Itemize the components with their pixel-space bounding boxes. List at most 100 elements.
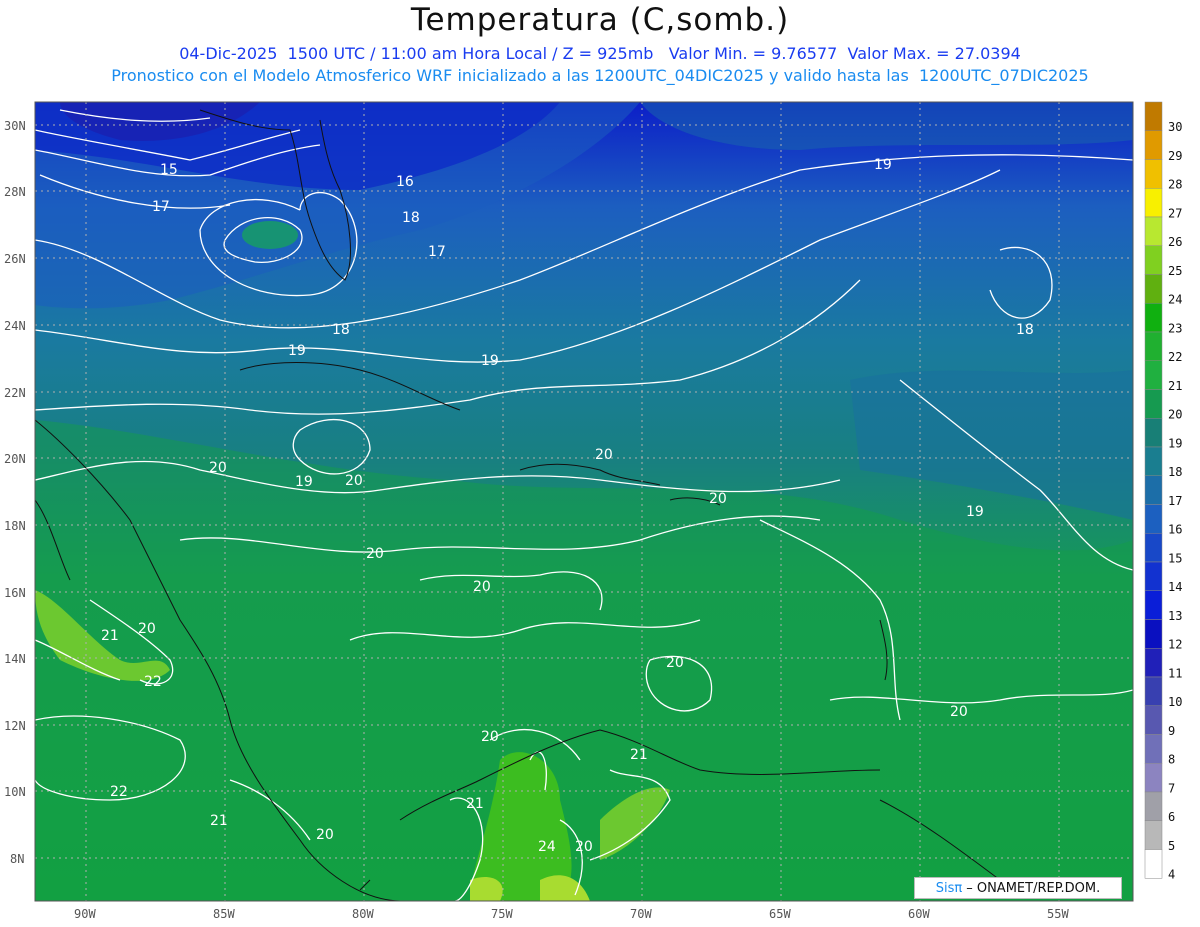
- colorbar-label: 20: [1168, 408, 1182, 422]
- colorbar-label: 8: [1168, 753, 1175, 767]
- contour-label: 20: [950, 704, 968, 720]
- contour-label: 15: [160, 162, 178, 178]
- lat-tick-label: 30N: [4, 119, 26, 133]
- contour-label: 20: [209, 460, 227, 476]
- colorbar-label: 26: [1168, 235, 1182, 249]
- contour-label: 24: [538, 839, 556, 855]
- colorbar-swatch: [1144, 303, 1163, 333]
- colorbar-swatch: [1144, 216, 1163, 246]
- contour-label: 18: [332, 322, 350, 338]
- colorbar-label: 19: [1168, 436, 1182, 450]
- lon-tick-label: 55W: [1047, 907, 1069, 921]
- colorbar-swatch: [1144, 734, 1163, 764]
- colorbar-label: 15: [1168, 551, 1182, 565]
- contour-label: 17: [152, 199, 170, 215]
- lon-tick-label: 80W: [352, 907, 374, 921]
- model-info-line: Pronostico con el Modelo Atmosferico WRF…: [111, 66, 1089, 85]
- colorbar-label: 17: [1168, 494, 1182, 508]
- colorbar-label: 11: [1168, 666, 1182, 680]
- contour-label: 21: [210, 813, 228, 829]
- colorbar-swatch: [1144, 245, 1163, 275]
- colorbar-swatch: [1144, 676, 1163, 706]
- contour-label: 20: [138, 621, 156, 637]
- lat-tick-label: 28N: [4, 185, 26, 199]
- contour-label: 19: [481, 353, 499, 369]
- colorbar-label: 25: [1168, 264, 1182, 278]
- contour-label: 19: [295, 474, 313, 490]
- lat-tick-label: 22N: [4, 386, 26, 400]
- lat-tick-label: 14N: [4, 652, 26, 666]
- contour-label: 20: [316, 827, 334, 843]
- lon-tick-label: 85W: [213, 907, 235, 921]
- colorbar-label: 29: [1168, 149, 1182, 163]
- contour-label: 16: [396, 174, 414, 190]
- logo-sis: Sisπ: [935, 880, 963, 896]
- colorbar-swatch: [1144, 360, 1163, 390]
- colorbar-label: 10: [1168, 695, 1182, 709]
- colorbar-swatch: [1144, 274, 1163, 304]
- colorbar-label: 5: [1168, 839, 1175, 853]
- colorbar-label: 27: [1168, 206, 1182, 220]
- colorbar-label: 22: [1168, 350, 1182, 364]
- colorbar-label: 28: [1168, 178, 1182, 192]
- colorbar-label: 6: [1168, 810, 1175, 824]
- colorbar-swatch: [1144, 504, 1163, 534]
- lat-tick-label: 12N: [4, 719, 26, 733]
- lat-tick-label: 24N: [4, 319, 26, 333]
- logo-org: – ONAMET/REP.DOM.: [966, 880, 1101, 896]
- colorbar-label: 24: [1168, 293, 1182, 307]
- colorbar-swatch: [1144, 648, 1163, 678]
- contour-label: 19: [288, 343, 306, 359]
- colorbar-label: 13: [1168, 609, 1182, 623]
- lon-tick-label: 75W: [491, 907, 513, 921]
- colorbar-label: 14: [1168, 580, 1182, 594]
- colorbar-swatch: [1144, 331, 1163, 361]
- colorbar-swatch: [1144, 561, 1163, 591]
- contour-label: 20: [575, 839, 593, 855]
- organization-logo: Sisπ – ONAMET/REP.DOM.: [914, 877, 1122, 899]
- colorbar-swatch: [1144, 159, 1163, 189]
- contour-label: 19: [874, 157, 892, 173]
- colorbar-swatch: [1144, 389, 1163, 419]
- colorbar-swatch: [1144, 849, 1163, 879]
- longitude-axis: 90W 85W 80W 75W 70W 65W 60W 55W: [74, 907, 1069, 921]
- colorbar-swatch: [1144, 705, 1163, 735]
- colorbar: 30 29 28 27 26 25 24 23 22 21 20 19 18 17 16 15 14 13 12 11…: [1144, 101, 1182, 882]
- colorbar-label: 7: [1168, 781, 1175, 795]
- contour-label: 22: [144, 674, 162, 690]
- map-field: 15 17 16 18 17 18 19 19 18 19 20 19 20 2…: [35, 102, 1133, 901]
- colorbar-label: 21: [1168, 379, 1182, 393]
- lon-tick-label: 90W: [74, 907, 96, 921]
- lat-tick-label: 18N: [4, 519, 26, 533]
- colorbar-label: 30: [1168, 120, 1182, 134]
- colorbar-swatch: [1144, 820, 1163, 850]
- map-title: Temperatura (C,somb.): [410, 2, 790, 38]
- lat-tick-label: 26N: [4, 252, 26, 266]
- contour-label: 22: [110, 784, 128, 800]
- lat-tick-label: 16N: [4, 586, 26, 600]
- contour-label: 21: [630, 747, 648, 763]
- colorbar-swatch: [1144, 475, 1163, 505]
- colorbar-swatch: [1144, 188, 1163, 218]
- latitude-axis: 30N 28N 26N 24N 22N 20N 18N 16N 14N 12N …: [4, 119, 26, 866]
- contour-label: 20: [666, 655, 684, 671]
- colorbar-swatch: [1144, 446, 1163, 476]
- contour-label: 20: [345, 473, 363, 489]
- colorbar-label: 4: [1168, 868, 1175, 882]
- colorbar-label: 16: [1168, 523, 1182, 537]
- contour-label: 17: [428, 244, 446, 260]
- colorbar-swatch: [1144, 590, 1163, 620]
- lat-tick-label: 8N: [10, 852, 24, 866]
- contour-label: 21: [101, 628, 119, 644]
- colorbar-swatch: [1144, 619, 1163, 649]
- contour-label: 18: [1016, 322, 1034, 338]
- contour-label: 20: [473, 579, 491, 595]
- forecast-info-line: 04-Dic-2025 1500 UTC / 11:00 am Hora Loc…: [179, 44, 1021, 63]
- colorbar-swatch: [1144, 101, 1163, 131]
- contour-label: 20: [366, 546, 384, 562]
- colorbar-swatch: [1144, 130, 1163, 160]
- lat-tick-label: 10N: [4, 785, 26, 799]
- colorbar-swatch: [1144, 763, 1163, 793]
- contour-label: 21: [466, 796, 484, 812]
- lon-tick-label: 60W: [908, 907, 930, 921]
